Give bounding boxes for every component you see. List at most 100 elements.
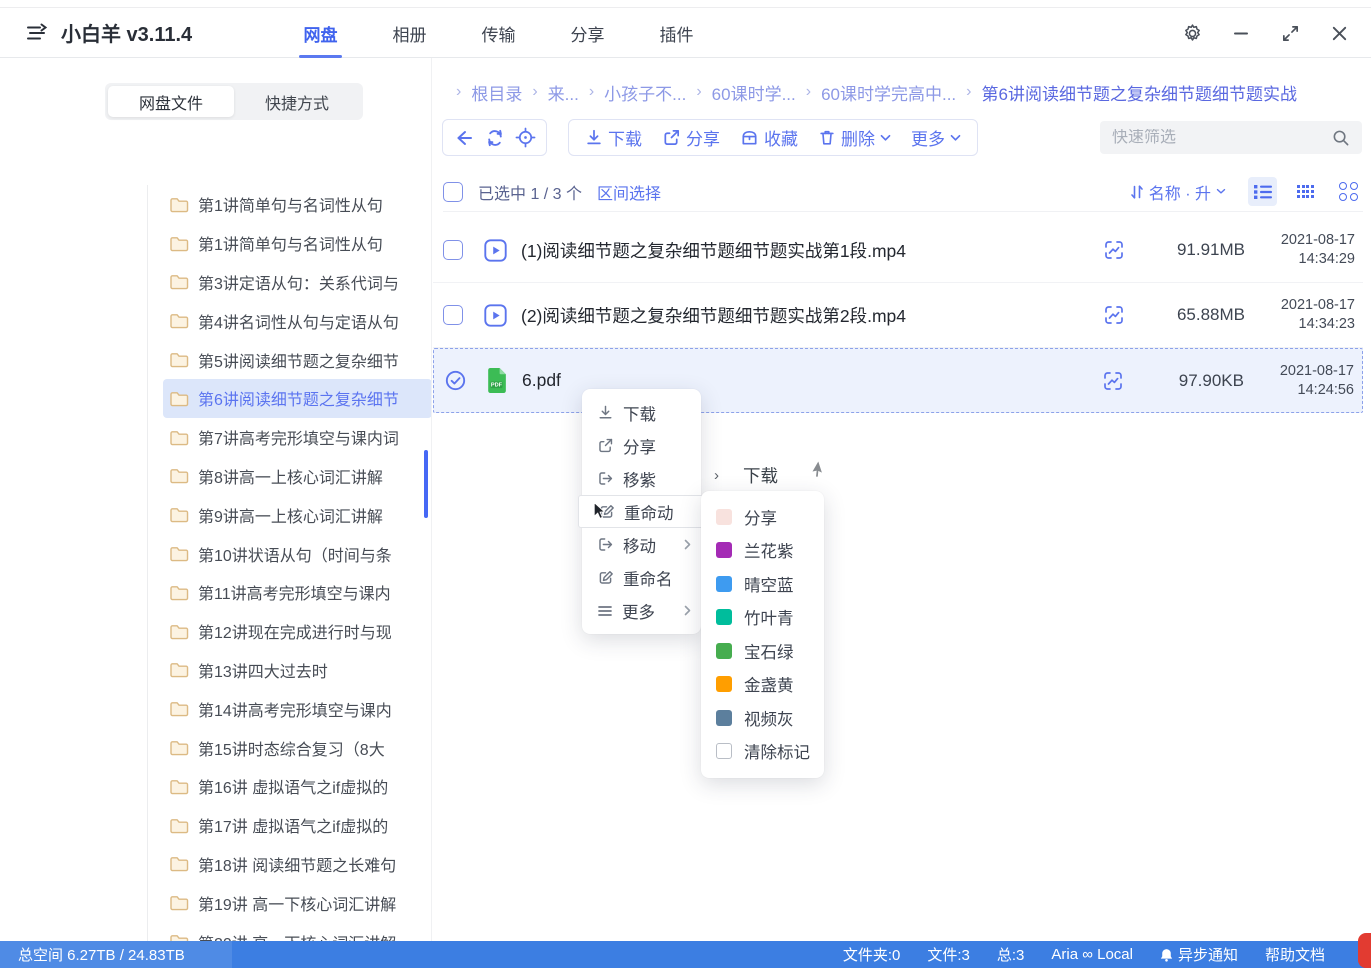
bell-icon (1160, 948, 1173, 962)
sidebar-folder-item[interactable]: 第19讲 高一下核心词汇讲解 (163, 883, 432, 922)
folder-icon (169, 429, 190, 446)
action-button-group: 下载 分享 收藏 删除 更多 (568, 119, 978, 156)
back-icon[interactable] (448, 122, 479, 153)
download-engine[interactable]: Aria ∞ Local (1051, 946, 1133, 963)
folder-icon (169, 623, 190, 640)
sort-control[interactable]: 名称 · 升 (1130, 180, 1226, 204)
nav-tab[interactable]: 网盘 (276, 8, 365, 58)
range-select-link[interactable]: 区间选择 (597, 180, 661, 204)
sidebar-folder-item[interactable]: 第1讲简单句与名词性从句 (163, 185, 432, 224)
sidebar-folder-item[interactable]: 第17讲 虚拟语气之if虚拟的 (163, 806, 432, 845)
delete-button[interactable]: 删除 (818, 125, 891, 150)
tag-menu-item[interactable]: 分享 (701, 500, 824, 534)
preview-icon[interactable] (1103, 304, 1125, 326)
large-grid-view-button[interactable] (1334, 177, 1363, 206)
preview-icon[interactable] (1102, 370, 1124, 392)
download-button[interactable]: 下载 (585, 125, 642, 150)
download-icon (597, 404, 614, 421)
minimize-icon[interactable] (1229, 21, 1253, 45)
breadcrumb-item[interactable]: › 小孩子不... (579, 80, 687, 105)
preview-icon[interactable] (1103, 239, 1125, 261)
sidebar-folder-item[interactable]: 第6讲阅读细节题之复杂细节 (163, 379, 432, 418)
sidebar-folder-item[interactable]: 第13讲四大过去时 (163, 651, 432, 690)
file-name[interactable]: 6.pdf (522, 370, 561, 391)
sidebar-folder-item[interactable]: 第9讲高一上核心词汇讲解 (163, 495, 432, 534)
locate-icon[interactable] (510, 122, 541, 153)
breadcrumb-item[interactable]: › 来... (522, 80, 579, 105)
tag-menu-item[interactable]: 清除标记 (701, 735, 824, 769)
help-docs-link[interactable]: 帮助文档 (1265, 944, 1325, 965)
sidebar-folder-item[interactable]: 第1讲简单句与名词性从句 (163, 224, 432, 263)
sidebar-folder-item[interactable]: 第4讲名词性从句与定语从句 (163, 301, 432, 340)
folder-icon (169, 855, 190, 872)
sidebar-folder-item[interactable]: 第5讲阅读细节题之复杂细节 (163, 340, 432, 379)
menu-item-rename[interactable]: 重命名 (582, 561, 701, 594)
sidebar-folder-item[interactable]: 第14讲高考完形填空与课内 (163, 689, 432, 728)
quick-filter-input[interactable] (1112, 129, 1332, 147)
nav-tab[interactable]: 相册 (365, 8, 454, 58)
nav-tab[interactable]: 分享 (543, 8, 632, 58)
settings-gear-icon[interactable] (1180, 21, 1204, 45)
sync-notice[interactable]: 异步通知 (1160, 944, 1238, 965)
sidebar-folder-item[interactable]: 第8讲高一上核心词汇讲解 (163, 457, 432, 496)
file-row-selected[interactable]: PDF 6.pdf 97.90KB 2021-08-17 14:24:56 (433, 348, 1363, 413)
list-view-button[interactable] (1248, 177, 1277, 206)
breadcrumb-item[interactable]: › 根目录 (446, 80, 522, 105)
more-button[interactable]: 更多 (911, 125, 961, 150)
tag-menu-item[interactable]: 兰花紫 (701, 534, 824, 568)
row-checkbox[interactable] (443, 240, 463, 260)
breadcrumb-item[interactable]: › 60课时学... (686, 80, 795, 105)
refresh-icon[interactable] (479, 122, 510, 153)
red-corner-badge[interactable] (1358, 933, 1371, 968)
menu-item-ghost-move[interactable]: 移紫 (582, 462, 701, 495)
sidebar-folder-item[interactable]: 第12讲现在完成进行时与现 (163, 612, 432, 651)
app-logo-icon[interactable] (24, 22, 48, 44)
sidebar-folder-item[interactable]: 第10讲状语从句（时间与条 (163, 534, 432, 573)
tag-menu-item[interactable]: 竹叶青 (701, 601, 824, 635)
tag-menu-item[interactable]: 金盏黄 (701, 668, 824, 702)
file-name[interactable]: (2)阅读细节题之复杂细节题细节题实战第2段.mp4 (521, 303, 906, 328)
sidebar-scrollbar-thumb[interactable] (424, 450, 428, 518)
breadcrumb-separator: › (966, 83, 971, 101)
grid-view-button[interactable] (1291, 177, 1320, 206)
row-checkbox[interactable] (443, 305, 463, 325)
file-row[interactable]: (1)阅读细节题之复杂细节题细节题实战第1段.mp4 91.91MB 2021-… (433, 218, 1363, 283)
sidebar-tab[interactable]: 网盘文件 (108, 86, 234, 117)
folder-label: 第20讲 高一下核心词汇讲解 (198, 930, 396, 941)
maximize-icon[interactable] (1278, 21, 1302, 45)
sidebar-folder-item[interactable]: 第18讲 阅读细节题之长难句 (163, 845, 432, 884)
menu-item-move[interactable]: 移动 (582, 528, 701, 561)
select-all-checkbox[interactable] (443, 182, 463, 202)
menu-item-download[interactable]: 下载 (582, 396, 701, 429)
row-checked-icon[interactable] (444, 369, 467, 392)
file-row[interactable]: (2)阅读细节题之复杂细节题细节题实战第2段.mp4 65.88MB 2021-… (433, 283, 1363, 348)
menu-item-share[interactable]: 分享 (582, 429, 701, 462)
sidebar-folder-item[interactable]: 第20讲 高一下核心词汇讲解 (163, 922, 432, 941)
favorite-button[interactable]: 收藏 (740, 125, 798, 150)
file-name[interactable]: (1)阅读细节题之复杂细节题细节题实战第1段.mp4 (521, 238, 906, 263)
search-icon[interactable] (1332, 129, 1350, 147)
ghost-download-item[interactable]: › 下载 (714, 463, 778, 488)
close-icon[interactable] (1327, 21, 1351, 45)
tree-guide-line (147, 185, 148, 941)
sidebar-folder-item[interactable]: 第16讲 虚拟语气之if虚拟的 (163, 767, 432, 806)
tag-menu-item[interactable]: 视频灰 (701, 701, 824, 735)
nav-tab[interactable]: 插件 (632, 8, 721, 58)
folder-label: 第18讲 阅读细节题之长难句 (198, 852, 396, 876)
folder-icon (169, 894, 190, 911)
file-datetime: 2021-08-17 14:34:29 (1259, 231, 1355, 268)
tag-menu-item[interactable]: 晴空蓝 (701, 567, 824, 601)
share-button[interactable]: 分享 (662, 125, 720, 150)
chevron-down-icon (1216, 188, 1226, 195)
breadcrumb-item[interactable]: › 第6讲阅读细节题之复杂细节题细节题实战 (956, 80, 1297, 105)
sidebar-tab[interactable]: 快捷方式 (234, 86, 360, 117)
large-grid-icon (1339, 182, 1359, 202)
sidebar-folder-item[interactable]: 第15讲时态综合复习（8大 (163, 728, 432, 767)
sidebar-folder-item[interactable]: 第11讲高考完形填空与课内 (163, 573, 432, 612)
nav-tab[interactable]: 传输 (454, 8, 543, 58)
sidebar-folder-item[interactable]: 第3讲定语从句：关系代词与 (163, 263, 432, 302)
sidebar-folder-item[interactable]: 第7讲高考完形填空与课内词 (163, 418, 432, 457)
menu-item-more[interactable]: 更多 (582, 594, 701, 627)
breadcrumb-item[interactable]: › 60课时学完高中... (796, 80, 956, 105)
tag-menu-item[interactable]: 宝石绿 (701, 634, 824, 668)
